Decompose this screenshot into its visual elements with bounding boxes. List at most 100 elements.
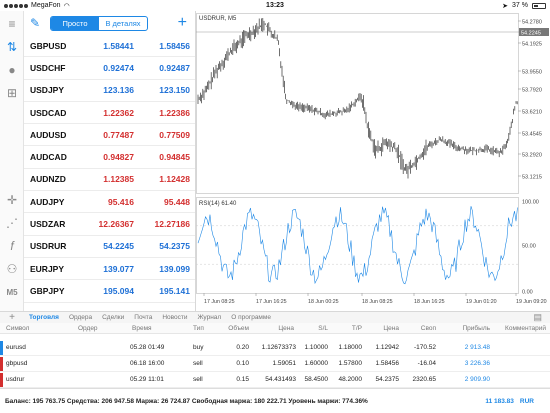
quote-symbol: EURJPY — [30, 263, 65, 274]
time-tick-label: 18 Jun 08:25 — [362, 299, 393, 305]
time-tick-label: 17 Jun 08:25 — [204, 299, 235, 305]
time-tick-label: 19 Jun 01:20 — [466, 299, 497, 305]
quote-row[interactable]: AUDJPY 95.416 95.448 — [24, 191, 195, 214]
quote-bid: 0.94827 — [103, 152, 134, 163]
price-tick-label: 54.2780 — [522, 20, 542, 26]
header-time: Время — [132, 324, 152, 332]
header-volume: Объем — [228, 324, 249, 332]
position-profit: 3 226.36 — [464, 360, 490, 367]
quote-ask: 0.94845 — [159, 152, 190, 163]
quote-ask: 1.12428 — [159, 174, 190, 185]
quote-row[interactable]: AUDNZD 1.12385 1.12428 — [24, 169, 195, 192]
quote-row[interactable]: GBPUSD 1.58441 1.58456 — [24, 35, 195, 58]
quote-ask: 12.27186 — [154, 219, 190, 230]
wifi-icon: ◠ — [63, 2, 70, 10]
quote-row[interactable]: USDZAR 12.26367 12.27186 — [24, 213, 195, 236]
position-profit: 2 913.48 — [464, 344, 490, 351]
quote-row[interactable]: USDRUR 54.2245 54.2375 — [24, 236, 195, 258]
quote-row[interactable]: USDJPY 123.136 123.150 — [24, 80, 195, 102]
new-order-plus-icon[interactable]: + — [0, 312, 24, 323]
header-tp: T/P — [351, 324, 362, 332]
rsi-tick-label: 100.00 — [522, 200, 539, 206]
quote-ask: 1.22386 — [159, 107, 190, 118]
chart-title: USDRUR, M5 — [199, 16, 237, 22]
price-tick-label: 53.9550 — [522, 70, 542, 76]
price-tick-label: 53.4545 — [522, 132, 542, 138]
position-price: 54.431493 — [265, 376, 296, 383]
quote-ask: 139.099 — [159, 263, 190, 274]
position-sl: 58.4500 — [304, 376, 329, 383]
position-volume: 0.20 — [236, 344, 249, 351]
position-swap: -16.04 — [417, 360, 436, 367]
tab-5[interactable]: Журнал — [193, 314, 227, 321]
chart-panel[interactable]: 54.2780 54.2245 54.1925 53.9550 53.7920 53.62… — [196, 11, 550, 311]
quote-bid: 0.77487 — [103, 129, 134, 140]
terminal-settings-icon[interactable]: ▤ — [533, 312, 542, 323]
position-swap: 2320.65 — [412, 376, 437, 383]
menu-icon[interactable]: ≡ — [2, 15, 22, 33]
position-marker — [0, 373, 3, 387]
clock: 13:23 — [266, 2, 284, 9]
quote-row[interactable]: USDCAD 1.22362 1.22386 — [24, 102, 195, 125]
quote-symbol: USDCAD — [30, 107, 67, 118]
tab-0[interactable]: Торговля — [24, 314, 64, 321]
position-type: buy — [193, 344, 204, 351]
account-currency: RUR — [519, 397, 534, 405]
rsi-tick-label: 0.00 — [522, 290, 533, 296]
mode-details-button[interactable]: В деталях — [99, 17, 147, 30]
chat-icon[interactable]: ● — [2, 61, 22, 79]
edit-icon[interactable]: ✎ — [28, 16, 42, 30]
tab-2[interactable]: Сделки — [97, 314, 129, 321]
price-chart[interactable]: 54.2780 54.2245 54.1925 53.9550 53.7920 53.62… — [196, 11, 550, 311]
header-sl: S/L — [318, 324, 328, 332]
mode-simple-button[interactable]: Просто — [51, 16, 99, 30]
header-type: Тип — [193, 324, 204, 332]
indicators-icon[interactable]: f — [2, 237, 22, 255]
position-marker — [0, 357, 3, 371]
quote-bid: 195.094 — [103, 285, 134, 296]
timeframe-button[interactable]: M5 — [2, 283, 22, 301]
position-tp: 1.57800 — [338, 360, 363, 367]
position-row[interactable]: eurusd 05.28 01:49 buy 0.20 1.12673373 1.1000… — [0, 340, 550, 356]
quote-symbol: AUDJPY — [30, 196, 65, 207]
time-tick-label: 19 Jun 09:20 — [516, 299, 547, 305]
quote-ask: 1.58456 — [159, 40, 190, 51]
position-symbol: gbpusd — [6, 360, 28, 367]
crosshair-icon[interactable]: ✛ — [2, 191, 22, 209]
quote-bid: 0.92474 — [103, 62, 134, 73]
tab-3[interactable]: Почта — [129, 314, 157, 321]
objects-icon[interactable]: ⋰ — [2, 214, 22, 232]
quote-row[interactable]: AUDUSD 0.77487 0.77509 — [24, 124, 195, 147]
position-profit: 2 909.90 — [464, 376, 490, 383]
battery-icon — [532, 2, 546, 9]
quote-row[interactable]: EURJPY 139.077 139.099 — [24, 258, 195, 281]
header-swap: Своп — [420, 324, 436, 332]
accounts-icon[interactable]: ⚇ — [2, 260, 22, 278]
position-tp: 48.2000 — [338, 376, 363, 383]
quote-row[interactable]: AUDCAD 0.94827 0.94845 — [24, 146, 195, 169]
position-volume: 0.10 — [236, 360, 249, 367]
quote-symbol: AUDUSD — [30, 129, 67, 140]
position-row[interactable]: gbpusd 06.18 16:00 sell 0.10 1.59051 1.60000 1… — [0, 356, 550, 372]
quote-ask: 195.141 — [159, 285, 190, 296]
position-symbol: usdrur — [6, 376, 25, 383]
tab-4[interactable]: Новости — [157, 314, 192, 321]
current-price-label: 54.2245 — [521, 31, 541, 37]
tab-1[interactable]: Ордера — [64, 314, 97, 321]
quote-row[interactable]: USDCHF 0.92474 0.92487 — [24, 57, 195, 80]
view-mode-switch: Просто В деталях — [50, 15, 148, 31]
position-type: sell — [193, 376, 203, 383]
carrier: MegaFon ◠ — [4, 2, 70, 10]
quote-symbol: USDRUR — [30, 241, 67, 252]
position-row[interactable]: usdrur 05.29 11:01 sell 0.15 54.431493 58.450… — [0, 372, 550, 388]
quote-row[interactable]: GBPJPY 195.094 195.141 — [24, 280, 195, 303]
add-symbol-button[interactable]: + — [178, 15, 187, 31]
time-tick-label: 18 Jun 00:25 — [308, 299, 339, 305]
tab-6[interactable]: О программе — [226, 314, 276, 321]
quote-bid: 95.416 — [108, 196, 134, 207]
quotes-icon[interactable]: ⇅ — [2, 38, 22, 56]
position-price2: 54.2375 — [375, 376, 400, 383]
battery-percent: 37 % — [512, 2, 528, 9]
quote-ask: 95.448 — [164, 196, 190, 207]
new-order-icon[interactable]: ⊞ — [2, 84, 22, 102]
